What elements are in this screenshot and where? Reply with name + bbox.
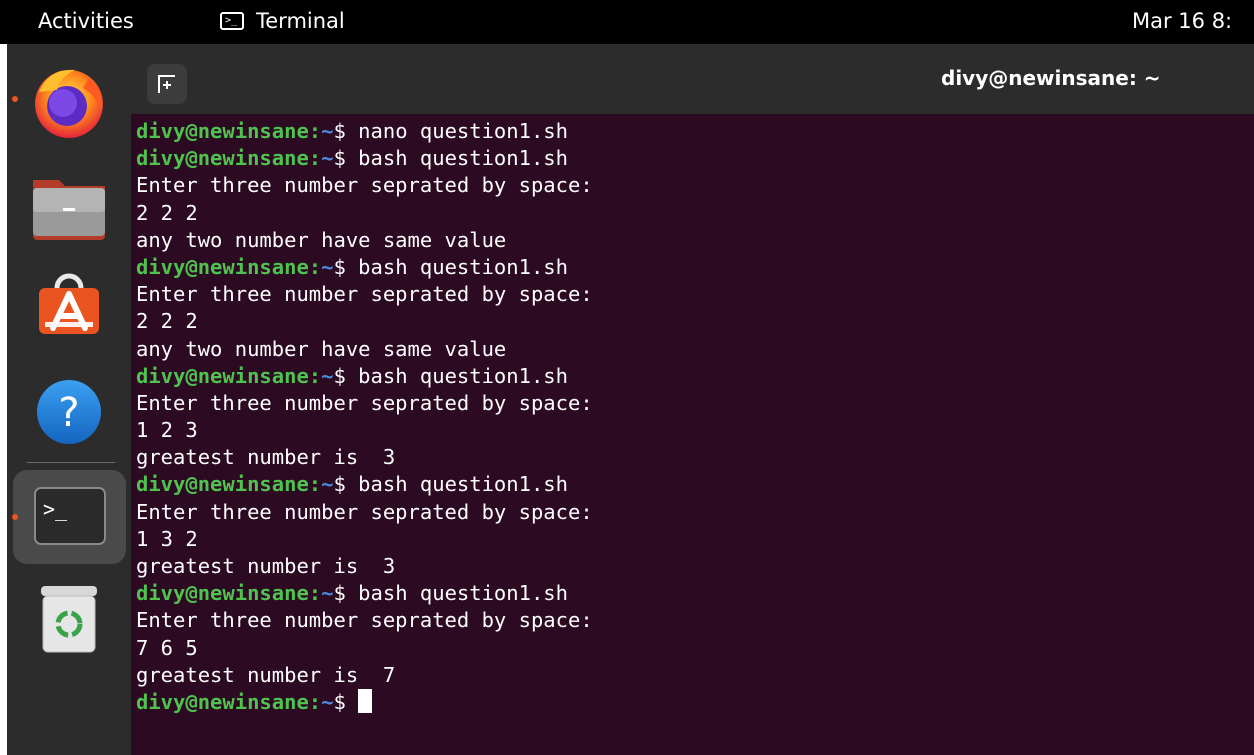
new-tab-button[interactable] [147,64,187,104]
prompt-symbol: $ [333,689,359,714]
command-text: bash question1.sh [358,581,568,606]
terminal-icon: >_ [220,12,244,30]
window-title: divy@newinsane: ~ [941,66,1161,90]
output-line: 1 2 3 [136,418,198,443]
output-line: greatest number is 7 [136,662,396,687]
output-line: Enter three number seprated by space: [136,282,593,307]
output-line: greatest number is 3 [136,445,396,470]
dock-item-help[interactable]: ? [29,374,109,454]
prompt-symbol: $ [333,254,359,279]
prompt-user: divy@newinsane [136,472,309,497]
prompt-line: divy@newinsane:~$ [136,688,593,716]
top-bar: Activities >_ Terminal Mar 16 8: [0,0,1254,44]
prompt-line: divy@newinsane:~$ nano question1.sh [136,118,593,145]
output-line: 2 2 2 [136,309,198,334]
dock-item-terminal[interactable]: >_ [29,478,109,558]
prompt-line: divy@newinsane:~$ bash question1.sh [136,145,593,172]
dock: ? >_ [7,44,131,755]
output-line: any two number have same value [136,336,507,361]
clock[interactable]: Mar 16 8: [1132,9,1232,33]
command-text: bash question1.sh [358,363,568,388]
output-line: 2 2 2 [136,200,198,225]
prompt-separator: : [308,689,322,714]
prompt-line: divy@newinsane:~$ bash question1.sh [136,254,593,281]
prompt-user: divy@newinsane [136,119,309,143]
firefox-icon [35,69,103,138]
activities-button[interactable]: Activities [38,9,134,33]
prompt-separator: : [308,119,322,143]
terminal-output[interactable]: divy@newinsane:~$ nano question1.sh divy@… [131,114,1254,755]
prompt-symbol: $ [333,581,359,606]
output-line: any two number have same value [136,227,507,252]
screen-edge [0,44,7,755]
trash-icon [41,586,97,653]
command-text: nano question1.sh [358,119,568,143]
command-text: bash question1.sh [358,254,568,279]
output-line: Enter three number seprated by space: [136,608,593,633]
prompt-path: ~ [321,581,334,606]
dock-item-trash[interactable] [29,580,109,660]
app-menu-label: Terminal [256,9,345,33]
output-line: 7 6 5 [136,635,198,660]
software-icon [39,273,99,334]
dock-item-software[interactable] [29,270,109,350]
prompt-line: divy@newinsane:~$ bash question1.sh [136,471,593,498]
new-tab-icon [158,75,175,93]
prompt-symbol: $ [333,146,359,171]
running-indicator [12,96,18,102]
svg-text:>_: >_ [43,497,68,521]
output-line: Enter three number seprated by space: [136,499,593,524]
prompt-path: ~ [321,119,334,143]
command-text: bash question1.sh [358,146,568,171]
running-indicator [12,514,18,520]
prompt-separator: : [308,581,322,606]
prompt-separator: : [308,363,322,388]
prompt-separator: : [308,254,322,279]
command-text: bash question1.sh [358,472,568,497]
output-line: greatest number is 3 [136,554,396,578]
dock-separator [27,462,115,463]
prompt-user: divy@newinsane [136,581,309,606]
terminal-icon: >_ [34,487,106,545]
svg-text:?: ? [58,390,79,436]
prompt-separator: : [308,146,322,171]
prompt-path: ~ [321,254,334,279]
text-cursor [358,688,373,713]
prompt-path: ~ [321,472,334,497]
output-line: 1 3 2 [136,526,198,551]
prompt-symbol: $ [333,363,359,388]
prompt-path: ~ [321,689,334,714]
dock-item-files[interactable] [29,164,109,244]
help-icon: ? [37,380,101,444]
output-line: Enter three number seprated by space: [136,173,593,198]
prompt-symbol: $ [333,472,359,497]
prompt-path: ~ [321,363,334,388]
prompt-path: ~ [321,146,334,171]
dock-item-firefox[interactable] [29,60,109,140]
prompt-user: divy@newinsane [136,363,309,388]
files-icon [33,180,105,240]
prompt-line: divy@newinsane:~$ bash question1.sh [136,580,593,607]
prompt-separator: : [308,472,322,497]
output-line: Enter three number seprated by space: [136,390,593,415]
terminal-headerbar: divy@newinsane: ~ [131,44,1254,114]
prompt-user: divy@newinsane [136,254,309,279]
prompt-symbol: $ [333,119,359,143]
app-menu[interactable]: >_ Terminal [220,9,345,33]
prompt-line: divy@newinsane:~$ bash question1.sh [136,363,593,390]
terminal-lines: divy@newinsane:~$ nano question1.sh divy@… [136,118,593,716]
prompt-user: divy@newinsane [136,689,309,714]
prompt-user: divy@newinsane [136,146,309,171]
